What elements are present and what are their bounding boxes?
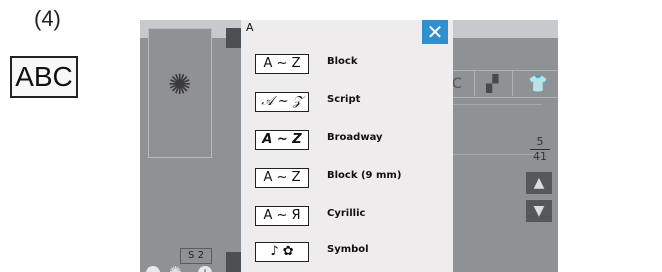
font-label: Symbol	[327, 244, 369, 255]
shirt-icon[interactable]: 👕	[528, 74, 548, 93]
font-label: Block (9 mm)	[327, 170, 402, 181]
tab-divider	[474, 70, 475, 96]
pattern-preview: ✺	[148, 28, 212, 158]
font-icon: A ~ Z	[255, 54, 309, 74]
font-icon: A ~ Я	[255, 206, 309, 226]
font-icon: 𝒜 ~ 𝒵	[255, 92, 309, 112]
font-icon: A ~ Z	[255, 168, 309, 188]
font-label: Script	[327, 94, 361, 105]
font-label: Cyrillic	[327, 208, 366, 219]
step-number: (4)	[34, 6, 61, 31]
page-total: 41	[533, 150, 547, 163]
font-option-block[interactable]: A ~ Z Block	[241, 50, 453, 80]
arrow-down-icon[interactable]: ▼	[526, 200, 552, 222]
font-option-block-9mm[interactable]: A ~ Z Block (9 mm)	[241, 164, 453, 194]
page-current: 5	[536, 135, 544, 148]
divider	[452, 104, 542, 105]
size-label: S 2	[180, 248, 212, 264]
font-option-broadway[interactable]: A ~ Z Broadway	[241, 126, 453, 156]
mode-button[interactable]	[226, 252, 242, 272]
tab-letter[interactable]: C	[452, 76, 462, 92]
dialog-title: A	[246, 21, 254, 34]
font-select-dialog: A ✕ A ~ Z Block 𝒜 ~ 𝒵 Script A ~ Z Broad…	[241, 20, 453, 272]
close-icon[interactable]: ✕	[422, 20, 448, 44]
mode-button[interactable]	[226, 28, 242, 48]
sun-stitch-icon: ✺	[169, 263, 182, 272]
bars-icon[interactable]: ▞	[486, 74, 498, 93]
font-icon: ♪ ✿	[255, 242, 309, 262]
abc-key-icon[interactable]: ABC	[10, 56, 78, 98]
tab-divider	[512, 70, 513, 96]
font-option-symbol[interactable]: ♪ ✿ Symbol	[241, 238, 453, 268]
font-icon: A ~ Z	[255, 130, 309, 150]
plus-icon[interactable]: +	[198, 266, 212, 272]
page-indicator: 5 41	[528, 136, 552, 163]
font-option-script[interactable]: 𝒜 ~ 𝒵 Script	[241, 88, 453, 118]
font-label: Block	[327, 56, 358, 67]
font-option-cyrillic[interactable]: A ~ Я Cyrillic	[241, 202, 453, 232]
minus-icon[interactable]: −	[146, 266, 160, 272]
font-label: Broadway	[327, 132, 383, 143]
sun-stitch-icon: ✺	[168, 68, 192, 101]
arrow-up-icon[interactable]: ▲	[526, 172, 552, 194]
